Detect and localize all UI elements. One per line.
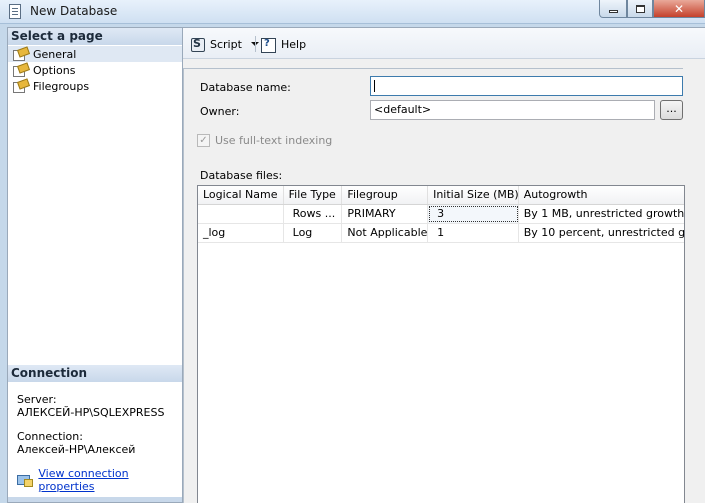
database-name-input[interactable] (370, 76, 683, 96)
select-page-header: Select a page (8, 28, 182, 45)
owner-label: Owner: (200, 105, 240, 118)
table-row[interactable]: Rows ... PRIMARY 3 By 1 MB, unrestricted… (198, 205, 684, 224)
database-files-label: Database files: (200, 169, 283, 182)
connection-header: Connection (8, 365, 182, 382)
cell-file-type[interactable]: Rows ... (284, 205, 343, 223)
cell-autogrowth[interactable]: By 1 MB, unrestricted growth (519, 205, 684, 223)
close-button[interactable]: ✕ (653, 0, 705, 18)
script-label: Script (210, 37, 242, 51)
connection-section: Connection Server: АЛЕКСЕЙ-HP\SQLEXPRESS… (8, 365, 182, 493)
text-caret (374, 80, 375, 92)
window-title: New Database (30, 4, 118, 18)
column-header-logical-name[interactable]: Logical Name (198, 186, 284, 204)
grid-header: Logical Name File Type Filegroup Initial… (198, 186, 684, 205)
page-item-options[interactable]: Options (8, 62, 182, 78)
server-value: АЛЕКСЕЙ-HP\SQLEXPRESS (17, 406, 165, 419)
connection-label: Connection: (17, 430, 83, 443)
checkmark-icon: ✓ (197, 134, 210, 147)
column-header-filegroup[interactable]: Filegroup (342, 186, 429, 204)
page-list: General Options Filegroups (8, 45, 182, 94)
column-header-file-type[interactable]: File Type (284, 186, 343, 204)
server-label: Server: (17, 393, 57, 406)
column-header-initial-size[interactable]: Initial Size (MB) (428, 186, 519, 204)
fulltext-indexing-checkbox[interactable]: ✓ Use full-text indexing (197, 134, 332, 147)
cell-logical-name[interactable] (198, 205, 284, 223)
right-pane: Script Help Database name: Owner: <defau… (183, 27, 705, 503)
help-button[interactable]: Help (261, 35, 306, 53)
minimize-icon (608, 9, 618, 13)
cell-filegroup[interactable]: Not Applicable (342, 224, 429, 242)
cell-file-type[interactable]: Log (284, 224, 343, 242)
help-icon (261, 37, 277, 53)
owner-input[interactable]: <default> (370, 100, 655, 120)
table-row[interactable]: _log Log Not Applicable 1 By 10 percent,… (198, 224, 684, 243)
cell-autogrowth[interactable]: By 10 percent, unrestricted growth (519, 224, 684, 242)
toolbar: Script Help (183, 28, 705, 59)
view-connection-properties-link[interactable]: View connection properties (8, 467, 182, 493)
owner-browse-button[interactable]: ... (660, 100, 683, 120)
page-item-label: Options (33, 63, 76, 77)
page-item-general[interactable]: General (8, 46, 182, 62)
script-button[interactable]: Script (190, 35, 259, 53)
page-icon (13, 80, 28, 93)
cell-logical-name[interactable]: _log (198, 224, 284, 242)
maximize-icon (635, 4, 645, 13)
server-info: Server: АЛЕКСЕЙ-HP\SQLEXPRESS (8, 393, 182, 419)
view-connection-properties-label[interactable]: View connection properties (38, 467, 182, 493)
minimize-button[interactable] (599, 0, 627, 18)
connection-info: Connection: Алексей-HP\Алексей (8, 430, 182, 456)
database-files-grid[interactable]: Logical Name File Type Filegroup Initial… (197, 185, 685, 503)
fulltext-indexing-label: Use full-text indexing (215, 134, 333, 147)
maximize-button[interactable] (627, 0, 653, 18)
close-icon: ✕ (673, 1, 685, 16)
cell-initial-size[interactable]: 1 (428, 224, 519, 242)
database-name-label: Database name: (200, 81, 291, 94)
help-label: Help (281, 37, 307, 51)
progress-header (8, 497, 182, 502)
page-item-filegroups[interactable]: Filegroups (8, 78, 182, 94)
left-pane: Select a page General Options Filegroups… (7, 27, 183, 503)
window-controls: ✕ (599, 0, 705, 18)
column-header-autogrowth[interactable]: Autogrowth (519, 186, 684, 204)
page-icon (13, 64, 28, 77)
script-icon (190, 37, 206, 52)
general-page-form: Database name: Owner: <default> ... ✓ Us… (183, 68, 685, 503)
cell-filegroup[interactable]: PRIMARY (342, 205, 429, 223)
page-item-label: General (33, 47, 77, 61)
page-item-label: Filegroups (33, 79, 90, 93)
toolbar-separator (255, 36, 256, 52)
cell-initial-size[interactable]: 3 (428, 205, 519, 223)
title-bar: New Database ✕ (0, 0, 705, 24)
connection-value: Алексей-HP\Алексей (17, 443, 136, 456)
database-window-icon (9, 4, 21, 19)
connection-properties-icon (17, 474, 34, 487)
page-icon (13, 48, 28, 61)
